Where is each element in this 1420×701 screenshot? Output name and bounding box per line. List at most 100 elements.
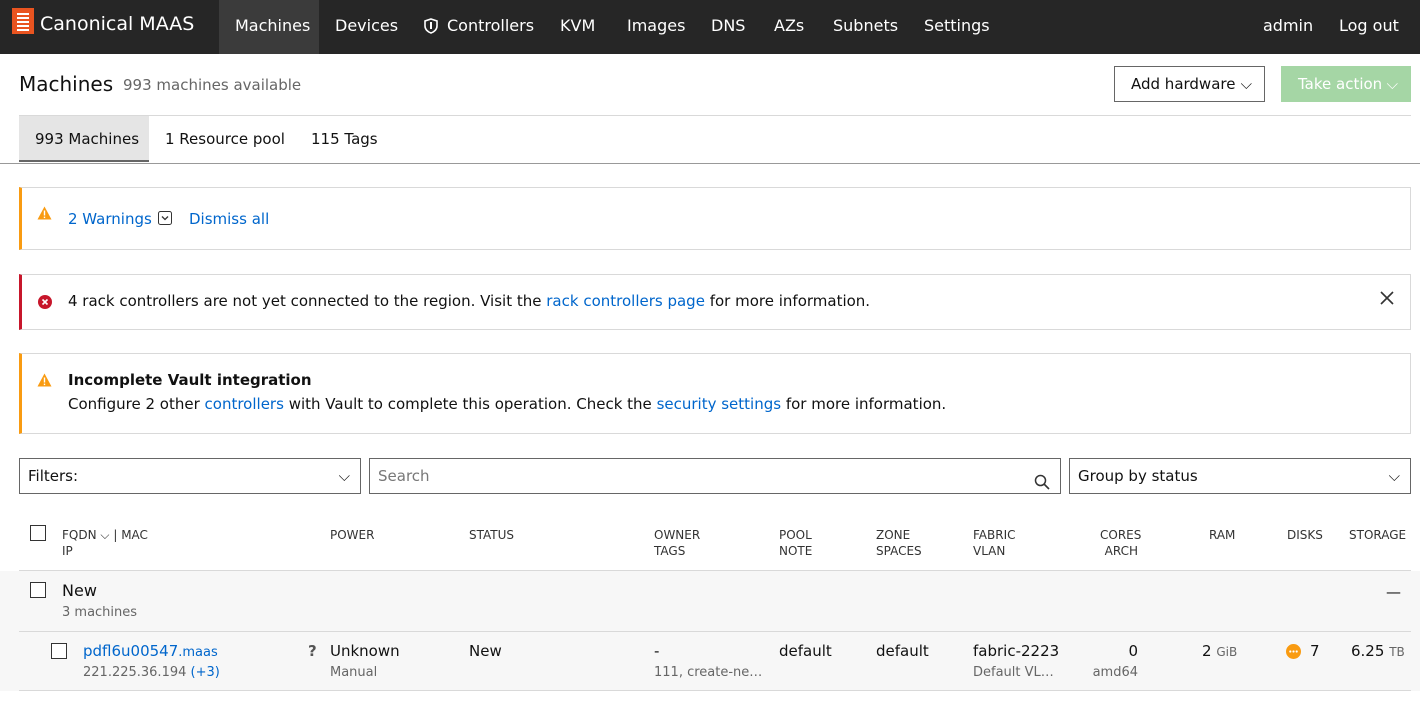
- warnings-toggle[interactable]: 2 Warnings: [68, 210, 152, 228]
- sort-chevron-icon[interactable]: ⌵: [100, 528, 109, 542]
- column-header-ram[interactable]: RAM: [1209, 527, 1235, 543]
- power-unknown-icon: ?: [308, 642, 317, 660]
- column-zone-label[interactable]: ZONE: [876, 528, 910, 542]
- machine-zone[interactable]: default: [876, 642, 929, 660]
- chevron-down-icon: ⌵: [1240, 75, 1252, 93]
- nav-settings[interactable]: Settings: [908, 0, 1006, 54]
- chevron-down-icon: ⌵: [1388, 467, 1400, 485]
- machine-power-state[interactable]: Unknown: [330, 642, 400, 660]
- machine-storage: 6.25 TB: [1351, 642, 1405, 660]
- column-spaces-label[interactable]: SPACES: [876, 544, 922, 558]
- top-navigation: Canonical MAAS Machines Devices Controll…: [0, 0, 1420, 54]
- take-action-button[interactable]: Take action ⌵: [1281, 66, 1411, 102]
- dismiss-all-link[interactable]: Dismiss all: [189, 210, 269, 228]
- nav-logout[interactable]: Log out: [1323, 0, 1415, 54]
- error-icon: [38, 295, 52, 313]
- group-by-select[interactable]: Group by status ⌵: [1069, 458, 1411, 494]
- column-header-fabric[interactable]: FABRIC VLAN: [973, 527, 1016, 559]
- column-header-disks[interactable]: DISKS: [1287, 527, 1323, 543]
- error-text-prefix: 4 rack controllers are not yet connected…: [68, 292, 542, 310]
- page-title: Machines: [19, 72, 114, 96]
- nav-dns[interactable]: DNS: [695, 0, 761, 54]
- filters-label: Filters:: [28, 467, 79, 485]
- nav-user-admin[interactable]: admin: [1247, 0, 1329, 54]
- machine-status[interactable]: New: [469, 642, 502, 660]
- search-input[interactable]: Search: [369, 458, 1061, 494]
- chevron-down-icon: ⌵: [1386, 75, 1398, 93]
- tab-machines[interactable]: 993 Machines: [19, 116, 149, 162]
- tab-tags[interactable]: 115 Tags: [295, 116, 394, 162]
- nav-azs[interactable]: AZs: [758, 0, 820, 54]
- nav-machines[interactable]: Machines: [219, 0, 319, 54]
- row-divider: [19, 690, 1411, 691]
- column-tags-label[interactable]: TAGS: [654, 544, 685, 558]
- column-pool-label[interactable]: POOL: [779, 528, 812, 542]
- column-note-label[interactable]: NOTE: [779, 544, 812, 558]
- group-by-value: Group by status: [1078, 467, 1198, 485]
- close-icon[interactable]: [1380, 291, 1394, 309]
- column-cores-label[interactable]: CORES: [1100, 528, 1141, 542]
- group-name: New: [62, 581, 97, 600]
- group-select-checkbox[interactable]: [30, 582, 46, 598]
- expand-icon[interactable]: [158, 211, 172, 229]
- column-header-zone[interactable]: ZONE SPACES: [876, 527, 922, 559]
- machine-tags: 111, create-ne…: [654, 665, 763, 680]
- tabs-divider: [0, 163, 1420, 164]
- machine-cores: 0: [1128, 642, 1138, 660]
- search-placeholder: Search: [378, 467, 430, 485]
- machine-fabric: fabric-2223: [973, 642, 1060, 660]
- nav-subnets[interactable]: Subnets: [817, 0, 914, 54]
- tab-resource-pool[interactable]: 1 Resource pool: [149, 116, 301, 162]
- machine-storage-value: 6.25: [1351, 642, 1385, 660]
- rack-controllers-page-link[interactable]: rack controllers page: [546, 292, 705, 310]
- chevron-down-icon: ⌵: [338, 467, 350, 485]
- column-owner-label[interactable]: OWNER: [654, 528, 700, 542]
- column-ip-label[interactable]: IP: [62, 544, 73, 558]
- search-icon[interactable]: [1034, 468, 1050, 502]
- add-hardware-label: Add hardware: [1131, 75, 1236, 93]
- column-arch-label[interactable]: ARCH: [1105, 544, 1138, 558]
- column-mac-label[interactable]: | MAC: [113, 528, 148, 542]
- column-fabric-label[interactable]: FABRIC: [973, 528, 1016, 542]
- collapse-group-icon[interactable]: —: [1386, 583, 1401, 601]
- vault-notice-message: Configure 2 other controllers with Vault…: [68, 395, 946, 413]
- column-header-owner[interactable]: OWNER TAGS: [654, 527, 700, 559]
- controllers-link[interactable]: controllers: [205, 395, 284, 413]
- nav-devices[interactable]: Devices: [319, 0, 414, 54]
- machine-ip-address: 221.225.36.194: [83, 665, 187, 680]
- column-header-power[interactable]: POWER: [330, 527, 374, 543]
- machines-available-count: 993 machines available: [123, 76, 302, 94]
- machine-domain[interactable]: .maas: [178, 645, 218, 660]
- column-header-status[interactable]: STATUS: [469, 527, 514, 543]
- machine-ram-unit: GiB: [1216, 645, 1238, 659]
- machine-fqdn[interactable]: pdfl6u00547.maas: [83, 642, 218, 660]
- nav-images[interactable]: Images: [611, 0, 701, 54]
- machine-disks: 7: [1310, 642, 1320, 660]
- column-header-cores[interactable]: CORES ARCH: [1100, 527, 1141, 559]
- row-select-checkbox[interactable]: [51, 643, 67, 659]
- column-fqdn-label[interactable]: FQDN: [62, 528, 97, 542]
- error-message: 4 rack controllers are not yet connected…: [68, 292, 870, 310]
- machine-vlan: Default VL…: [973, 665, 1054, 680]
- column-vlan-label[interactable]: VLAN: [973, 544, 1005, 558]
- add-hardware-button[interactable]: Add hardware ⌵: [1114, 66, 1265, 102]
- filters-dropdown[interactable]: Filters: ⌵: [19, 458, 361, 494]
- machine-ip-extra-link[interactable]: (+3): [191, 665, 220, 680]
- nav-controllers[interactable]: Controllers: [431, 0, 550, 54]
- rack-controller-error-notification: 4 rack controllers are not yet connected…: [19, 274, 1411, 330]
- security-settings-link[interactable]: security settings: [657, 395, 781, 413]
- machine-owner[interactable]: -: [654, 642, 659, 660]
- machine-pool[interactable]: default: [779, 642, 832, 660]
- nav-kvm[interactable]: KVM: [544, 0, 611, 54]
- brand-name[interactable]: Canonical MAAS: [40, 13, 194, 35]
- vault-integration-notification: Incomplete Vault integration Configure 2…: [19, 353, 1411, 434]
- column-header-pool[interactable]: POOL NOTE: [779, 527, 812, 559]
- machine-ram: 2 GiB: [1202, 642, 1237, 660]
- machine-ip: 221.225.36.194 (+3): [83, 665, 220, 680]
- select-all-checkbox[interactable]: [30, 525, 46, 541]
- machine-hostname-link[interactable]: pdfl6u00547: [83, 642, 178, 660]
- column-header-fqdn[interactable]: FQDN ⌵ | MAC IP: [62, 527, 148, 559]
- vault-text-1: Configure 2 other: [68, 395, 200, 413]
- maas-logo-icon[interactable]: [12, 8, 34, 34]
- column-header-storage[interactable]: STORAGE: [1349, 527, 1406, 543]
